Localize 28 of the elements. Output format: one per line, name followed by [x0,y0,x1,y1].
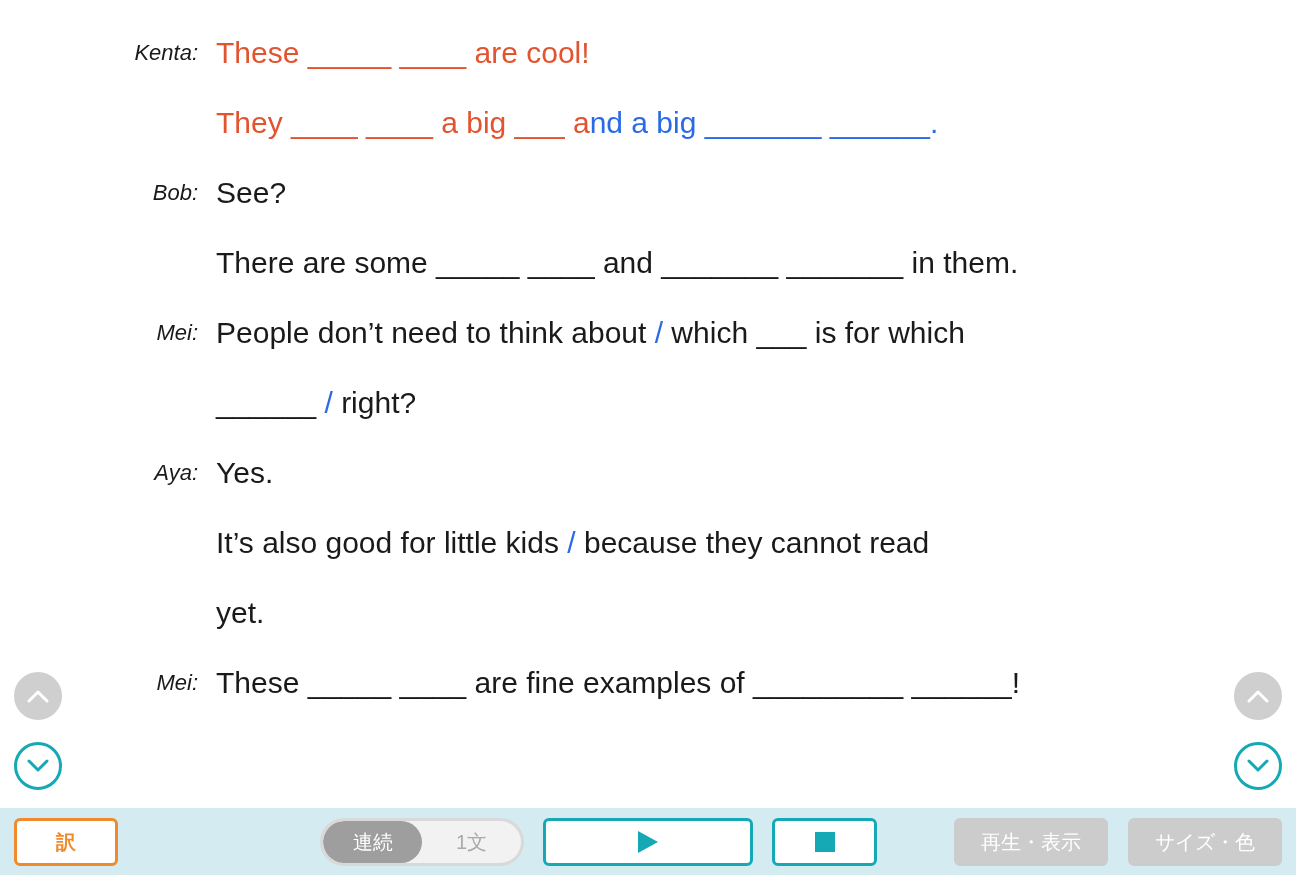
dialogue-line: People don’t need to think about / which ___ is for which [216,314,965,351]
dialogue-line: There are some _____ ____ and _______ _______ in them. [216,244,1019,281]
mode-option[interactable]: 連続 [323,820,422,863]
dialogue-line: Yes. [216,454,274,491]
play-icon [637,829,659,854]
chevron-up-icon [27,689,49,703]
dialogue-line: These _____ ____ are fine examples of _________ ______! [216,664,1020,701]
dialogue-line: They ____ ____ a big ___ and a big _______ ______. [216,104,939,141]
speaker-name: Mei: [156,668,198,697]
chevron-down-icon [1247,759,1269,773]
dialogue-line: It’s also good for little kids / because they cannot read [216,524,930,561]
speaker-name: Aya: [154,458,198,487]
chevron-up-icon [1247,689,1269,703]
speaker-name: Bob: [152,178,198,207]
dialogue-line: These _____ ____ are cool! [216,34,590,71]
speaker-name: Kenta: [134,38,198,67]
translate-button[interactable]: 訳 [14,817,118,866]
scroll-down-button[interactable] [14,742,62,790]
stop-icon [814,831,835,852]
chevron-down-icon [27,759,49,773]
speaker-name: Mei: [156,318,198,347]
scroll-down-button[interactable] [1234,742,1282,790]
dialogue-line: yet. [216,594,265,631]
mode-option[interactable]: 1文 [422,820,521,863]
play-button[interactable] [543,817,753,866]
dialogue-line: See? [216,174,287,211]
stop-button[interactable] [772,817,877,866]
dialogue-line: ______ / right? [216,384,417,421]
